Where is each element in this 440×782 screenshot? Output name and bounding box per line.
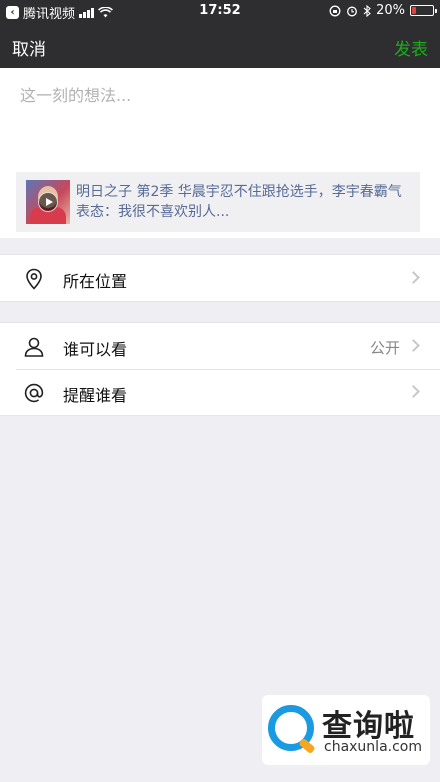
battery-icon (410, 5, 437, 16)
location-pin-icon (26, 268, 42, 290)
visibility-row[interactable]: 谁可以看 公开 (0, 323, 440, 369)
play-icon (38, 192, 58, 212)
battery-level-fill (412, 7, 416, 14)
publish-button[interactable]: 发表 (394, 35, 428, 60)
location-label: 所在位置 (63, 272, 128, 291)
shared-video-card[interactable]: 明日之子 第2季 华晨宇忍不住跟抢选手，李宇春霸气表态：我很不喜欢别人... (16, 172, 420, 232)
battery-percent: 20% (376, 3, 405, 18)
watermark: 查询啦 chaxunla.com (262, 695, 430, 765)
video-thumbnail (26, 180, 70, 224)
status-right: 20% (329, 3, 437, 18)
bluetooth-icon (363, 4, 371, 17)
chevron-right-icon (407, 385, 420, 398)
privacy-group: 谁可以看 公开 提醒谁看 (0, 322, 440, 416)
rotation-lock-icon (329, 5, 341, 16)
alarm-icon (347, 6, 358, 16)
at-icon (24, 383, 44, 403)
magnifier-logo-icon (268, 705, 314, 751)
visibility-label: 谁可以看 (63, 340, 128, 359)
shared-video-title: 明日之子 第2季 华晨宇忍不住跟抢选手，李宇春霸气表态：我很不喜欢别人... (76, 184, 402, 220)
chevron-right-icon (407, 271, 420, 284)
mention-row[interactable]: 提醒谁看 (0, 369, 440, 415)
location-group: 所在位置 (0, 254, 440, 302)
chevron-right-icon (407, 339, 420, 352)
thought-input[interactable] (20, 86, 420, 105)
visibility-value: 公开 (369, 339, 400, 357)
location-row[interactable]: 所在位置 (0, 255, 440, 301)
person-icon (24, 337, 44, 357)
cancel-button[interactable]: 取消 (12, 35, 46, 60)
mention-label: 提醒谁看 (63, 386, 128, 405)
status-bar: ‹ 腾讯视频 17:52 20% (0, 0, 440, 22)
watermark-domain: chaxunla.com (324, 739, 422, 755)
nav-bar: 取消 发表 (0, 22, 440, 68)
